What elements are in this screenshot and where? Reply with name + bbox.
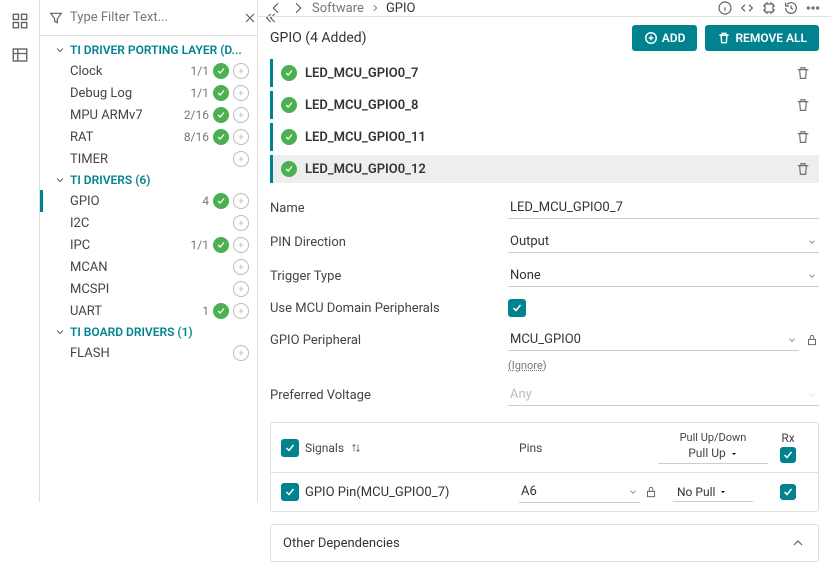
pull-select[interactable]: No Pull bbox=[673, 483, 753, 502]
nav-fwd-icon[interactable] bbox=[290, 0, 306, 16]
add-button[interactable]: ADD bbox=[632, 25, 698, 51]
status-ok-icon bbox=[213, 85, 229, 101]
delete-icon[interactable] bbox=[795, 129, 811, 145]
add-instance-icon[interactable] bbox=[233, 107, 249, 123]
tree-item[interactable]: UART1 bbox=[40, 300, 257, 322]
add-instance-icon[interactable] bbox=[233, 345, 249, 361]
voltage-select: Any bbox=[508, 384, 819, 406]
add-instance-icon[interactable] bbox=[233, 281, 249, 297]
gpio-pin-label: GPIO Pin(MCU_GPIO0_7) bbox=[305, 485, 449, 500]
tree-group[interactable]: TI DRIVER PORTING LAYER (D... bbox=[40, 40, 257, 60]
status-ok-icon bbox=[213, 237, 229, 253]
tree-item[interactable]: MCAN bbox=[40, 256, 257, 278]
name-input[interactable] bbox=[508, 197, 819, 219]
breadcrumb-parent[interactable]: Software bbox=[312, 1, 364, 16]
nav-back-icon[interactable] bbox=[268, 0, 284, 16]
pull-header: Pull Up/Down Pull Up bbox=[658, 431, 768, 464]
tree-item[interactable]: MPU ARMv72/16 bbox=[40, 104, 257, 126]
filter-input[interactable] bbox=[68, 9, 238, 26]
trigger-select[interactable]: None bbox=[508, 265, 819, 287]
name-label: Name bbox=[270, 201, 508, 216]
status-ok-icon bbox=[281, 161, 297, 177]
tree-item[interactable]: Clock1/1 bbox=[40, 60, 257, 82]
add-instance-icon[interactable] bbox=[233, 237, 249, 253]
instance-row[interactable]: LED_MCU_GPIO0_7 bbox=[270, 59, 819, 87]
status-ok-icon bbox=[213, 107, 229, 123]
pin-lock-icon[interactable] bbox=[644, 485, 658, 499]
add-instance-icon[interactable] bbox=[233, 259, 249, 275]
clear-icon[interactable] bbox=[242, 10, 258, 26]
direction-select[interactable]: Output bbox=[508, 231, 819, 253]
status-ok-icon bbox=[213, 193, 229, 209]
gpio-pin-checkbox[interactable] bbox=[281, 483, 299, 501]
code-icon[interactable] bbox=[739, 0, 755, 16]
filter-icon[interactable] bbox=[48, 10, 64, 26]
chevron-right-icon bbox=[370, 3, 380, 13]
peripheral-label: GPIO Peripheral bbox=[270, 329, 508, 348]
pin-select[interactable]: A6 bbox=[519, 481, 640, 503]
other-dependencies-accordion[interactable]: Other Dependencies bbox=[270, 524, 819, 562]
outline-view-icon[interactable] bbox=[11, 12, 29, 30]
rx-header: Rx bbox=[768, 431, 808, 464]
instance-row[interactable]: LED_MCU_GPIO0_8 bbox=[270, 91, 819, 119]
chevron-up-icon bbox=[790, 535, 806, 551]
signals-checkbox[interactable] bbox=[281, 439, 299, 457]
table-view-icon[interactable] bbox=[11, 46, 29, 64]
status-ok-icon bbox=[213, 63, 229, 79]
chip-icon[interactable] bbox=[761, 0, 777, 16]
history-icon[interactable] bbox=[783, 0, 799, 16]
tree-item[interactable]: I2C bbox=[40, 212, 257, 234]
peripheral-select[interactable]: MCU_GPIO0 bbox=[508, 329, 799, 351]
trigger-label: Trigger Type bbox=[270, 269, 508, 284]
pins-header: Pins bbox=[519, 441, 658, 455]
direction-label: PIN Direction bbox=[270, 235, 508, 250]
ignore-link[interactable]: (Ignore) bbox=[508, 359, 819, 372]
instance-row[interactable]: LED_MCU_GPIO0_11 bbox=[270, 123, 819, 151]
lock-icon[interactable] bbox=[805, 333, 819, 347]
signals-header: Signals bbox=[305, 441, 344, 455]
status-ok-icon bbox=[213, 303, 229, 319]
mcu-domain-label: Use MCU Domain Peripherals bbox=[270, 301, 508, 316]
add-instance-icon[interactable] bbox=[233, 215, 249, 231]
tree-item[interactable]: FLASH bbox=[40, 342, 257, 364]
pull-default-select[interactable]: Pull Up bbox=[658, 444, 768, 463]
remove-all-button[interactable]: REMOVE ALL bbox=[705, 25, 819, 51]
delete-icon[interactable] bbox=[795, 65, 811, 81]
more-icon[interactable] bbox=[805, 0, 821, 16]
voltage-label: Preferred Voltage bbox=[270, 388, 508, 403]
add-instance-icon[interactable] bbox=[233, 129, 249, 145]
add-instance-icon[interactable] bbox=[233, 193, 249, 209]
sort-icon[interactable] bbox=[350, 442, 362, 454]
tree-item[interactable]: Debug Log1/1 bbox=[40, 82, 257, 104]
status-ok-icon bbox=[281, 97, 297, 113]
tree-item[interactable]: IPC1/1 bbox=[40, 234, 257, 256]
tree-item[interactable]: GPIO4 bbox=[40, 190, 257, 212]
add-instance-icon[interactable] bbox=[233, 63, 249, 79]
delete-icon[interactable] bbox=[795, 97, 811, 113]
tree-item[interactable]: RAT8/16 bbox=[40, 126, 257, 148]
rx-all-checkbox[interactable] bbox=[780, 447, 796, 463]
instance-row[interactable]: LED_MCU_GPIO0_12 bbox=[270, 155, 819, 183]
tree-group[interactable]: TI BOARD DRIVERS (1) bbox=[40, 322, 257, 342]
page-title: GPIO (4 Added) bbox=[270, 30, 624, 46]
breadcrumb-current: GPIO bbox=[386, 1, 416, 16]
add-instance-icon[interactable] bbox=[233, 151, 249, 167]
rx-checkbox[interactable] bbox=[780, 484, 796, 500]
delete-icon[interactable] bbox=[795, 161, 811, 177]
tree-group[interactable]: TI DRIVERS (6) bbox=[40, 170, 257, 190]
status-ok-icon bbox=[213, 129, 229, 145]
tree-item[interactable]: TIMER bbox=[40, 148, 257, 170]
info-icon[interactable] bbox=[717, 0, 733, 16]
add-instance-icon[interactable] bbox=[233, 85, 249, 101]
status-ok-icon bbox=[281, 129, 297, 145]
add-instance-icon[interactable] bbox=[233, 303, 249, 319]
status-ok-icon bbox=[281, 65, 297, 81]
tree-item[interactable]: MCSPI bbox=[40, 278, 257, 300]
mcu-domain-checkbox[interactable] bbox=[508, 299, 526, 317]
